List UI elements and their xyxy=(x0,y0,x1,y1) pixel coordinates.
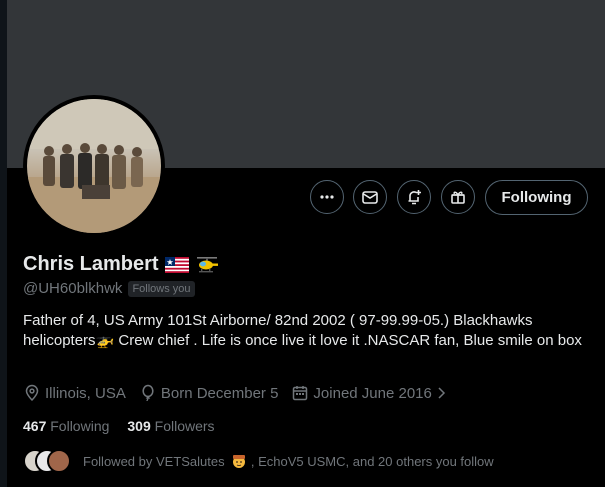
notifications-button[interactable] xyxy=(397,180,431,214)
salute-emoji-icon xyxy=(233,455,246,468)
more-icon xyxy=(320,195,334,199)
display-name-row: Chris Lambert xyxy=(23,253,219,276)
followed-by-prefix: Followed by VETSalutes xyxy=(83,454,225,469)
followed-by-text: Followed by VETSalutes , EchoV5 USMC, an… xyxy=(83,453,494,469)
location-text: Illinois, USA xyxy=(45,384,126,402)
location-item: Illinois, USA xyxy=(23,384,126,402)
follower-avatar xyxy=(47,449,71,473)
followers-label: Followers xyxy=(154,418,215,434)
location-pin-icon xyxy=(25,384,39,402)
following-label: Following xyxy=(50,418,110,434)
group-photo-image xyxy=(27,99,161,233)
avatar-photo xyxy=(27,99,161,233)
joined-text: Joined June 2016 xyxy=(313,384,432,402)
following-button[interactable]: Following xyxy=(485,180,588,215)
more-button[interactable] xyxy=(310,180,344,214)
followers-stat-link[interactable]: 309 Followers xyxy=(127,418,214,434)
profile-bio: Father of 4, US Army 101St Airborne/ 82n… xyxy=(23,312,582,349)
gift-icon xyxy=(451,191,465,204)
notification-bell-icon xyxy=(408,190,421,205)
username-handle: @UH60blkhwk xyxy=(23,280,123,297)
message-icon xyxy=(362,191,378,204)
subscribe-button[interactable] xyxy=(441,180,475,214)
message-button[interactable] xyxy=(353,180,387,214)
birthday-item: Born December 5 xyxy=(139,384,279,402)
helicopter-icon xyxy=(196,256,218,272)
followed-by-row[interactable]: Followed by VETSalutes , EchoV5 USMC, an… xyxy=(23,449,494,473)
left-navigation-rail xyxy=(0,0,7,487)
follow-stats: 467 Following 309 Followers xyxy=(23,418,233,434)
followed-by-avatars xyxy=(23,449,73,473)
profile-meta: Illinois, USA Born December 5 Joined Jun… xyxy=(23,384,459,402)
joined-item[interactable]: Joined June 2016 xyxy=(291,384,445,402)
profile-avatar[interactable] xyxy=(23,95,165,237)
follows-you-badge: Follows you xyxy=(128,280,195,297)
calendar-icon xyxy=(293,386,308,401)
handle-row: @UH60blkhwk Follows you xyxy=(23,280,195,297)
followers-count: 309 xyxy=(127,418,151,434)
following-count: 467 xyxy=(23,418,47,434)
balloon-icon xyxy=(142,384,154,402)
liberia-flag-icon xyxy=(164,256,189,273)
display-name: Chris Lambert xyxy=(23,253,159,275)
chevron-right-icon xyxy=(438,387,445,399)
following-stat-link[interactable]: 467 Following xyxy=(23,418,109,434)
followed-by-suffix: , EchoV5 USMC, and 20 others you follow xyxy=(250,454,494,469)
birthday-text: Born December 5 xyxy=(160,384,279,402)
